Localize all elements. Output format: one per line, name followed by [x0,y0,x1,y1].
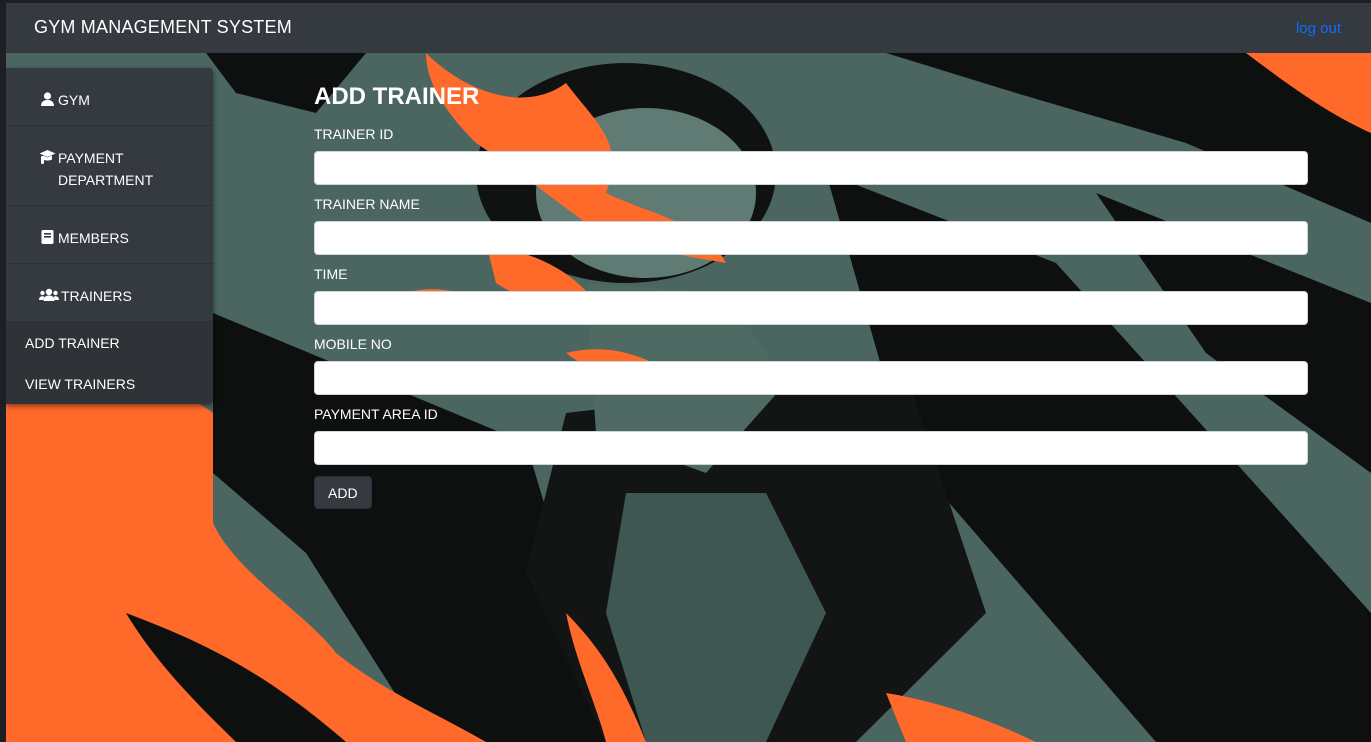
trainers-submenu: ADD TRAINER VIEW TRAINERS [6,322,213,404]
trainer-id-label: TRAINER ID [314,126,394,142]
user-icon [41,92,54,106]
sidebar: GYM PAYMENT DEPARTMENT MEMBERS TRAINERS … [6,68,213,404]
sidebar-item-members[interactable]: MEMBERS [6,206,213,264]
users-icon [39,288,59,301]
sidebar-item-gym[interactable]: GYM [6,68,213,126]
mobile-no-input[interactable] [314,361,1308,395]
page-title: ADD TRAINER [314,83,480,110]
add-trainer-form: ADD TRAINER TRAINER ID TRAINER NAME TIME… [314,83,1308,509]
trainer-name-label: TRAINER NAME [314,196,420,212]
sidebar-item-label: GYM [58,92,90,108]
sidebar-item-trainers[interactable]: TRAINERS [6,264,213,322]
submenu-item-add-trainer[interactable]: ADD TRAINER [6,322,213,363]
add-button[interactable]: ADD [314,476,372,509]
sidebar-item-payment-department[interactable]: PAYMENT DEPARTMENT [6,126,213,206]
payment-area-id-label: PAYMENT AREA ID [314,406,438,422]
trainer-name-input[interactable] [314,221,1308,255]
book-icon [41,230,54,244]
app-window: GYM MANAGEMENT SYSTEM log out GYM PAYMEN… [6,3,1371,742]
sidebar-item-label: PAYMENT DEPARTMENT [58,150,154,188]
top-navbar: GYM MANAGEMENT SYSTEM log out [6,3,1371,53]
logout-link[interactable]: log out [1296,20,1341,37]
mobile-no-label: MOBILE NO [314,336,392,352]
time-label: TIME [314,266,348,282]
payment-area-id-input[interactable] [314,431,1308,465]
trainer-id-input[interactable] [314,151,1308,185]
submenu-item-view-trainers[interactable]: VIEW TRAINERS [6,363,213,404]
time-input[interactable] [314,291,1308,325]
graduation-cap-icon [39,150,56,164]
brand-title[interactable]: GYM MANAGEMENT SYSTEM [34,17,292,38]
sidebar-item-label: TRAINERS [61,288,132,304]
sidebar-item-label: MEMBERS [58,230,129,246]
